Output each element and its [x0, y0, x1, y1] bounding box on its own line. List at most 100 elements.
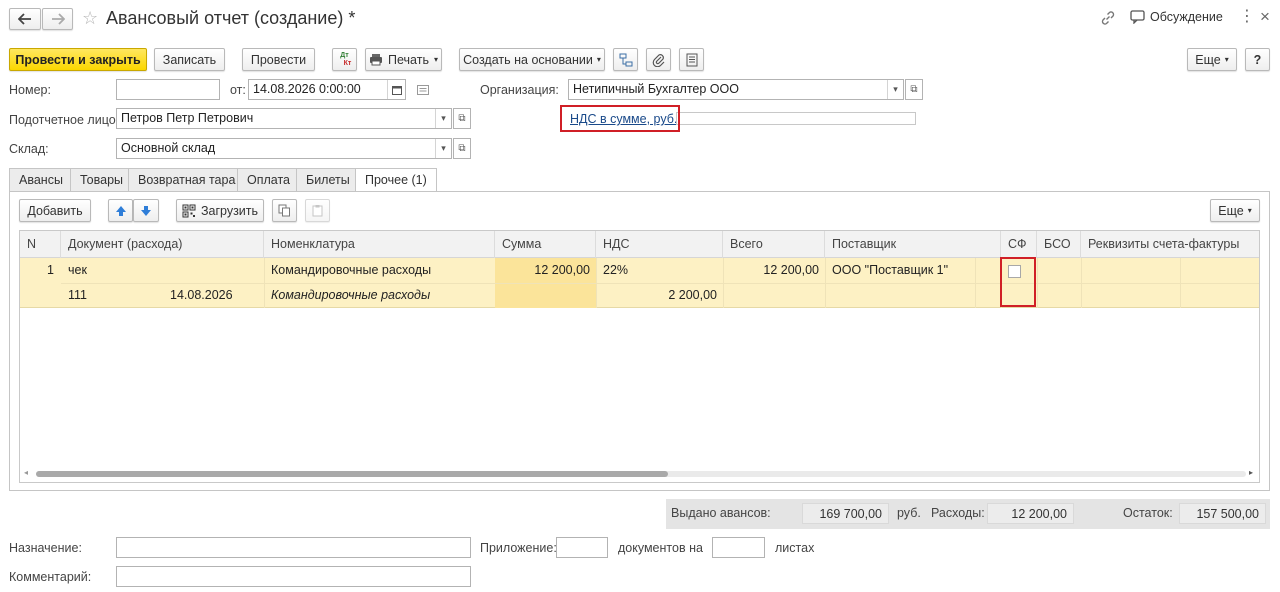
number-label: Номер: — [9, 83, 51, 97]
accountable-person-field[interactable]: Петров Петр Петрович ▾ — [116, 108, 452, 129]
move-down-button[interactable] — [133, 199, 159, 222]
close-icon[interactable]: × — [1260, 8, 1270, 25]
print-button[interactable]: Печать ▾ — [365, 48, 442, 71]
col-supplier[interactable]: Поставщик — [825, 231, 1001, 258]
dt-label: Дт — [340, 51, 349, 59]
copy-button[interactable] — [272, 199, 297, 222]
scroll-right-icon[interactable]: ▸ — [1249, 468, 1253, 477]
col-sum[interactable]: Сумма — [495, 231, 596, 258]
more-label: Еще — [1195, 52, 1221, 67]
supplier-value[interactable]: ООО "Поставщик 1" — [832, 263, 948, 277]
copy-icon — [278, 204, 290, 217]
balance-label: Остаток: — [1123, 506, 1173, 520]
tab-tickets[interactable]: Билеты — [296, 168, 360, 191]
vat-rate[interactable]: 22% — [603, 263, 628, 277]
chevron-down-icon: ▾ — [1224, 55, 1229, 64]
sheets-count-field[interactable] — [712, 537, 765, 558]
currency-label: руб. — [897, 506, 921, 520]
warehouse-field[interactable]: Основной склад ▾ — [116, 138, 452, 159]
warehouse-label: Склад: — [9, 142, 49, 156]
tab-advances[interactable]: Авансы — [9, 168, 73, 191]
document-type[interactable]: чек — [68, 263, 87, 277]
chevron-down-icon[interactable]: ▾ — [435, 109, 451, 128]
chevron-down-icon[interactable]: ▾ — [435, 139, 451, 158]
structure-button[interactable] — [613, 48, 638, 71]
discussion-button[interactable]: Обсуждение — [1130, 10, 1223, 24]
col-divider — [1180, 258, 1181, 308]
arrow-left-icon — [18, 13, 31, 25]
expenses-value: 12 200,00 — [987, 503, 1074, 524]
memo-icon[interactable] — [417, 84, 429, 98]
purpose-field[interactable] — [116, 537, 471, 558]
comment-field[interactable] — [116, 566, 471, 587]
more-vertical-icon[interactable]: ⋮ — [1239, 9, 1255, 25]
table-header: N Документ (расхода) Номенклатура Сумма … — [20, 231, 1259, 258]
create-based-on-button[interactable]: Создать на основании ▾ — [459, 48, 605, 71]
attach-button[interactable] — [646, 48, 671, 71]
move-up-button[interactable] — [108, 199, 133, 222]
col-bso[interactable]: БСО — [1037, 231, 1081, 258]
help-button[interactable]: ? — [1245, 48, 1270, 71]
date-label: от: — [230, 83, 246, 97]
open-organization-button[interactable]: ⧉ — [905, 79, 923, 100]
number-field[interactable] — [116, 79, 220, 100]
comment-label: Комментарий: — [9, 570, 92, 584]
post-and-close-button[interactable]: Провести и закрыть — [9, 48, 147, 71]
total-value[interactable]: 12 200,00 — [723, 263, 819, 277]
table-more-button[interactable]: Еще ▾ — [1210, 199, 1260, 222]
col-invoice-details[interactable]: Реквизиты счета-фактуры — [1081, 231, 1259, 258]
document-date[interactable]: 14.08.2026 — [170, 288, 233, 302]
col-document[interactable]: Документ (расхода) — [61, 231, 264, 258]
sf-highlight — [1000, 257, 1036, 307]
data-table: N Документ (расхода) Номенклатура Сумма … — [19, 230, 1260, 483]
accountable-person-value: Петров Петр Петрович — [121, 111, 254, 125]
scrollbar-thumb[interactable] — [36, 471, 668, 477]
open-warehouse-button[interactable]: ⧉ — [453, 138, 471, 159]
tab-returnable-packaging[interactable]: Возвратная тара — [128, 168, 246, 191]
balance-value: 157 500,00 — [1179, 503, 1266, 524]
tab-payment[interactable]: Оплата — [237, 168, 300, 191]
organization-field[interactable]: Нетипичный Бухгалтер ООО ▾ — [568, 79, 904, 100]
sheets-label: листах — [775, 541, 815, 555]
chevron-down-icon: ▾ — [1247, 206, 1252, 215]
more-button[interactable]: Еще ▾ — [1187, 48, 1237, 71]
back-button[interactable] — [9, 8, 41, 30]
tab-goods[interactable]: Товары — [70, 168, 133, 191]
save-button[interactable]: Записать — [154, 48, 225, 71]
scroll-left-icon[interactable]: ◂ — [24, 468, 28, 477]
col-total[interactable]: Всего — [723, 231, 825, 258]
favorite-star-icon[interactable]: ☆ — [82, 9, 98, 27]
post-button[interactable]: Провести — [242, 48, 315, 71]
col-n[interactable]: N — [20, 231, 61, 258]
create-based-on-label: Создать на основании — [463, 52, 593, 67]
col-sf[interactable]: СФ — [1001, 231, 1037, 258]
forward-button[interactable] — [42, 8, 73, 30]
link-icon[interactable] — [1100, 10, 1116, 29]
sum-value[interactable]: 12 200,00 — [495, 263, 590, 277]
paste-button[interactable] — [305, 199, 330, 222]
vat-amount[interactable]: 2 200,00 — [596, 288, 717, 302]
horizontal-scrollbar[interactable]: ◂ ▸ — [20, 467, 1259, 481]
report-button[interactable] — [679, 48, 704, 71]
table-row[interactable]: 1 чек 111 14.08.2026 Командировочные рас… — [20, 258, 1259, 308]
tab-other[interactable]: Прочее (1) — [355, 168, 437, 192]
document-number[interactable]: 111 — [68, 288, 87, 302]
document-icon — [686, 53, 697, 66]
nomenclature-subline: Командировочные расходы — [271, 288, 431, 302]
issued-advances-value: 169 700,00 — [802, 503, 889, 524]
dt-kt-button[interactable]: Дт Кт — [332, 48, 357, 71]
table-more-label: Еще — [1218, 203, 1244, 218]
open-person-button[interactable]: ⧉ — [453, 108, 471, 129]
chevron-down-icon[interactable]: ▾ — [887, 80, 903, 99]
add-row-button[interactable]: Добавить — [19, 199, 91, 222]
calendar-icon[interactable] — [387, 80, 405, 99]
col-divider — [1037, 258, 1038, 308]
attachment-count-field[interactable] — [556, 537, 608, 558]
col-vat[interactable]: НДС — [596, 231, 723, 258]
paste-icon — [312, 205, 323, 217]
load-button[interactable]: Загрузить — [176, 199, 264, 222]
nomenclature[interactable]: Командировочные расходы — [271, 263, 431, 277]
kt-label: Кт — [343, 59, 352, 67]
date-field[interactable]: 14.08.2026 0:00:00 — [248, 79, 406, 100]
col-nomenclature[interactable]: Номенклатура — [264, 231, 495, 258]
